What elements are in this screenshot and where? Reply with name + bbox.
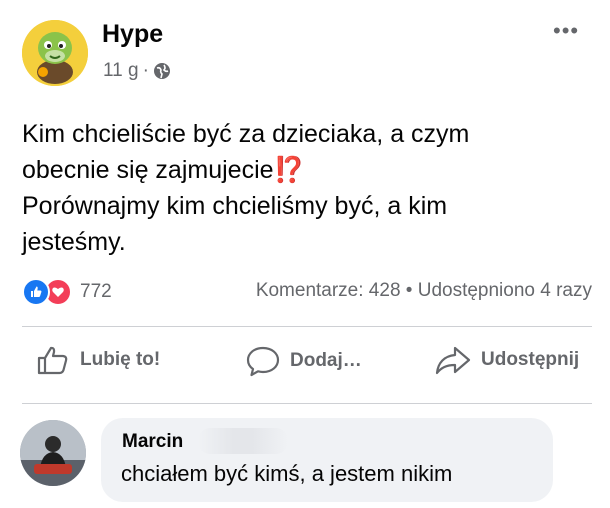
reactions-summary[interactable]: 772 xyxy=(22,278,112,306)
post-line-4: jesteśmy. xyxy=(22,228,126,256)
more-options-button[interactable]: ••• xyxy=(553,18,579,44)
comment-button-label: Dodaj… xyxy=(290,350,362,371)
redacted-surname xyxy=(198,428,288,454)
more-icon: ••• xyxy=(553,18,580,43)
reactions-count: 772 xyxy=(80,281,112,302)
like-button-label: Lubię to! xyxy=(80,349,161,370)
globe-icon xyxy=(153,63,170,79)
post-line-2: obecnie się zajmujecie⁉️ xyxy=(22,152,592,188)
share-icon xyxy=(435,346,471,375)
exclamation-question-emoji: ⁉️ xyxy=(273,156,305,184)
like-button[interactable]: Lubię to! xyxy=(36,345,160,375)
meta-separator: · xyxy=(142,60,149,81)
post-stats[interactable]: Komentarze: 428 • Udostępniono 4 razy xyxy=(256,280,592,302)
comment-button[interactable]: Dodaj… xyxy=(246,345,362,377)
person-avatar-icon xyxy=(20,420,86,486)
post-time[interactable]: 11 g xyxy=(103,60,139,82)
post-text: Kim chcieliście być za dzieciaka, a czym… xyxy=(22,116,592,260)
comment-icon xyxy=(246,346,280,377)
page-avatar[interactable] xyxy=(22,20,88,86)
share-button[interactable]: Udostępnij xyxy=(435,345,579,375)
turtle-avatar-icon xyxy=(22,20,88,86)
post-line-2-text: obecnie się zajmujecie xyxy=(22,156,274,184)
post-line-3: Porównajmy kim chcieliśmy być, a kim xyxy=(22,192,448,220)
comment-author[interactable]: Marcin xyxy=(122,431,183,453)
post-author[interactable]: Hype xyxy=(102,20,163,49)
comment-text: chciałem być kimś, a jestem nikim xyxy=(121,461,453,486)
post-line-1: Kim chcieliście być za dzieciaka, a czym xyxy=(22,120,470,148)
post-meta: 11 g · xyxy=(103,60,171,82)
like-reaction-icon xyxy=(22,278,50,306)
share-button-label: Udostępnij xyxy=(481,349,580,370)
commenter-avatar[interactable] xyxy=(20,420,86,486)
thumbs-up-icon xyxy=(37,346,68,375)
divider-top xyxy=(22,326,592,327)
divider-bottom xyxy=(22,403,592,404)
